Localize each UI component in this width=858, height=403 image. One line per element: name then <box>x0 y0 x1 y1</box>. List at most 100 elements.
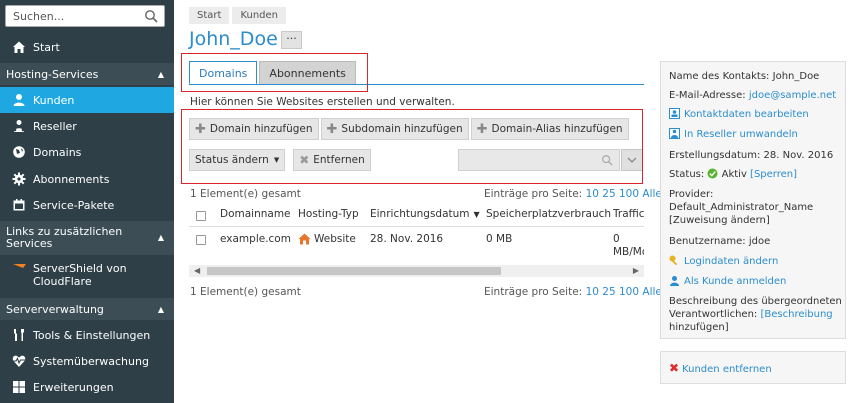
delete-icon: ✖ <box>669 361 680 375</box>
per-page-25[interactable]: 25 <box>602 286 615 298</box>
convert-reseller-row[interactable]: In Reseller umwandeln <box>669 128 798 141</box>
traffic-unit-cell: MB/Mo <box>613 246 644 258</box>
email-label: E-Mail-Adresse: <box>669 90 746 101</box>
per-page-10[interactable]: 10 <box>586 188 599 200</box>
sidebar-item-label: Service-Pakete <box>33 198 115 212</box>
sort-desc-icon: ▼ <box>473 210 480 219</box>
sidebar-item-service-pakete[interactable]: Service-Pakete <box>0 192 174 218</box>
created-value: 28. Nov. 2016 <box>763 150 834 161</box>
per-page-bottom: Einträge pro Seite: 10 25 100 Alle <box>484 286 662 298</box>
collapse-icon[interactable]: ▲ <box>158 305 164 314</box>
customer-details-panel: Name des Kontakts: John_Doe E-Mail-Adres… <box>660 61 846 339</box>
search-icon[interactable] <box>144 9 158 23</box>
hosting-type-label: Website <box>314 233 356 245</box>
created-label: Erstellungsdatum: <box>669 150 761 161</box>
scroll-left-icon[interactable]: ◀ <box>194 266 200 275</box>
edit-contact-row[interactable]: Kontaktdaten bearbeiten <box>669 108 809 121</box>
highlight-box-toolbar <box>181 109 643 184</box>
key-icon <box>669 255 678 266</box>
breadcrumb-start[interactable]: Start <box>189 7 230 24</box>
sidebar-item-tools[interactable]: Tools & Einstellungen <box>0 322 174 348</box>
created-row: Erstellungsdatum: 28. Nov. 2016 <box>669 149 833 162</box>
login-as-customer-link[interactable]: Als Kunde anmelden <box>684 276 786 287</box>
edit-contact-link[interactable]: Kontaktdaten bearbeiten <box>684 109 809 120</box>
sidebar-section-server[interactable]: Serververwaltung ▲ <box>0 298 174 320</box>
sidebar-item-start[interactable]: Start <box>0 34 174 60</box>
row-checkbox[interactable] <box>196 235 206 245</box>
home-icon <box>13 41 25 53</box>
change-login-row[interactable]: Logindaten ändern <box>669 255 778 268</box>
collapse-icon[interactable]: ▲ <box>158 70 164 79</box>
scroll-right-icon[interactable]: ▶ <box>633 266 639 275</box>
sidebar-item-monitoring[interactable]: Systemüberwachung <box>0 348 174 374</box>
domain-link[interactable]: example.com <box>220 233 291 245</box>
column-setup-date[interactable]: Einrichtungsdatum ▼ <box>370 208 480 220</box>
globe-icon <box>13 146 25 158</box>
change-login-link[interactable]: Logindaten ändern <box>684 256 778 267</box>
collapse-icon[interactable]: ▲ <box>158 232 164 244</box>
contact-name-row: Name des Kontakts: John_Doe <box>669 70 819 83</box>
change-assignment-link[interactable]: [Zuweisung ändern] <box>669 214 770 227</box>
sidebar-item-label: Domains <box>33 145 82 159</box>
puzzle-icon <box>13 381 25 393</box>
column-domainname[interactable]: Domainname <box>220 208 291 220</box>
sidebar-item-label: Start <box>33 40 60 54</box>
column-traffic[interactable]: Traffic <box>613 208 644 220</box>
disk-usage-cell: 0 MB <box>486 233 513 245</box>
sidebar-item-label: Kunden <box>33 93 75 107</box>
sidebar-item-kunden[interactable]: Kunden <box>0 87 174 113</box>
heartbeat-icon <box>12 355 26 367</box>
more-actions-button[interactable]: ··· <box>281 31 302 49</box>
calendar-icon <box>13 199 25 211</box>
column-disk-usage[interactable]: Speicherplatzverbrauch <box>486 208 611 220</box>
provider-label: Provider: <box>669 189 714 200</box>
login-as-row[interactable]: Als Kunde anmelden <box>669 275 786 288</box>
sidebar-item-abonnements[interactable]: Abonnements <box>0 166 174 192</box>
per-page-all[interactable]: Alle <box>642 286 661 298</box>
per-page-all[interactable]: Alle <box>642 188 661 200</box>
breadcrumb: Start Kunden <box>189 7 289 24</box>
username-label: Benutzername: <box>669 236 746 247</box>
contact-name-label: Name des Kontakts: <box>669 71 770 82</box>
column-label: Einrichtungsdatum <box>370 208 470 220</box>
per-page-100[interactable]: 100 <box>619 286 639 298</box>
per-page-10[interactable]: 10 <box>586 286 599 298</box>
select-all-checkbox[interactable] <box>196 211 206 221</box>
sidebar-item-reseller[interactable]: Reseller <box>0 113 174 139</box>
username-value: jdoe <box>748 236 771 247</box>
tools-icon <box>14 329 24 341</box>
sidebar-item-label: Abonnements <box>33 172 110 186</box>
sidebar-item-servershield[interactable]: ServerShield von CloudFlare <box>12 262 162 288</box>
sidebar-item-extensions[interactable]: Erweiterungen <box>0 374 174 400</box>
page-title: John_Doe <box>189 28 278 50</box>
horizontal-scrollbar[interactable]: ◀ ▶ <box>189 265 644 277</box>
email-link[interactable]: jdoe@sample.net <box>749 90 836 101</box>
scrollbar-thumb[interactable] <box>207 267 501 275</box>
username-row: Benutzername: jdoe <box>669 235 770 248</box>
header-divider <box>189 226 644 227</box>
remove-customer-row[interactable]: ✖ Kunden entfernen <box>669 362 772 376</box>
per-page-top: Einträge pro Seite: 10 25 100 Alle <box>484 188 662 200</box>
suspend-link[interactable]: [Sperren] <box>750 169 797 180</box>
total-count-bottom: 1 Element(e) gesamt <box>190 286 301 298</box>
sidebar-section-links[interactable]: Links zu zusätzlichen Services ▲ <box>0 221 174 255</box>
reseller-convert-icon <box>669 128 680 139</box>
section-title: Hosting-Services <box>6 67 99 81</box>
sidebar-item-domains[interactable]: Domains <box>0 139 174 165</box>
parent-description-label-1: Beschreibung des übergeordneten <box>669 296 842 307</box>
user-icon <box>13 94 25 106</box>
parent-description-row: Verantwortlichen: [Beschreibung <box>669 308 833 321</box>
sidebar-item-label: Erweiterungen <box>33 380 114 394</box>
breadcrumb-kunden[interactable]: Kunden <box>232 7 287 24</box>
add-description-link[interactable]: [Beschreibung <box>760 309 832 320</box>
sidebar-section-hosting[interactable]: Hosting-Services ▲ <box>0 63 174 85</box>
add-description-link-2[interactable]: hinzufügen] <box>669 321 729 334</box>
remove-customer-link[interactable]: Kunden entfernen <box>682 364 772 375</box>
per-page-100[interactable]: 100 <box>619 188 639 200</box>
per-page-25[interactable]: 25 <box>602 188 615 200</box>
search-input[interactable]: Suchen... <box>5 5 165 27</box>
column-hosting-type[interactable]: Hosting-Typ <box>298 208 359 220</box>
convert-reseller-link[interactable]: In Reseller umwandeln <box>684 129 798 140</box>
sidebar-item-label: Systemüberwachung <box>33 354 149 368</box>
hosting-type-cell: Website <box>298 233 356 245</box>
